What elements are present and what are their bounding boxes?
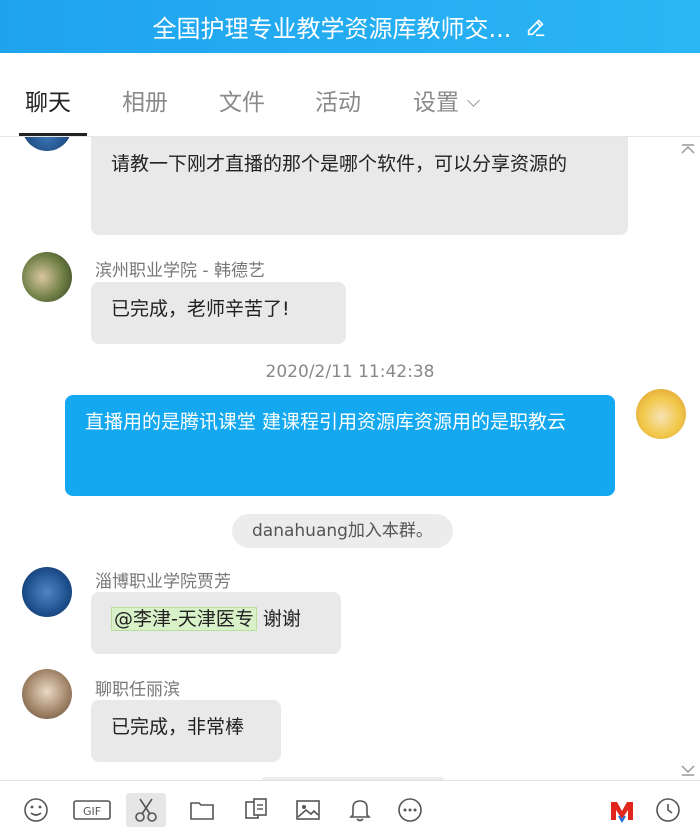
folder-button[interactable] — [186, 795, 218, 825]
tab-album[interactable]: 相册 — [122, 83, 168, 117]
sender-name: 滨州职业学院 - 韩德艺 — [95, 261, 265, 281]
my-message-bubble[interactable]: 直播用的是腾讯课堂 建课程引用资源库资源用的是职教云 — [65, 395, 615, 496]
history-button[interactable] — [652, 795, 684, 825]
tab-settings[interactable]: 设置 — [413, 83, 480, 117]
avatar[interactable] — [22, 669, 72, 719]
file-transfer-icon — [245, 798, 267, 819]
tab-chat[interactable]: 聊天 — [25, 83, 71, 117]
scroll-down-icon[interactable] — [680, 764, 696, 776]
message-text: 已完成，老师辛苦了! — [111, 298, 290, 320]
emoji-icon — [24, 798, 48, 822]
notification-button[interactable] — [344, 795, 376, 825]
edit-icon[interactable] — [525, 16, 547, 38]
image-button[interactable] — [292, 795, 324, 825]
message-bubble[interactable]: @李津-天津医专 谢谢 — [91, 592, 341, 654]
emoji-button[interactable] — [20, 795, 52, 825]
sender-name: 淄博职业学院贾芳 — [95, 572, 231, 592]
tab-activities[interactable]: 活动 — [315, 83, 361, 117]
file-transfer-button[interactable] — [240, 795, 272, 825]
group-title: 全国护理专业教学资源库教师交... — [152, 15, 512, 43]
system-notice: danahuang加入本群。 — [232, 514, 453, 548]
active-tab-indicator — [19, 133, 87, 136]
tab-bar: 聊天 相册 文件 活动 设置 — [0, 53, 700, 137]
message-text: 谢谢 — [262, 608, 301, 630]
tab-settings-label: 设置 — [413, 90, 459, 116]
avatar[interactable] — [22, 252, 72, 302]
gif-icon: GIF — [73, 800, 111, 820]
logo-icon — [611, 802, 633, 823]
scroll-up-icon[interactable] — [680, 143, 696, 155]
chevron-down-icon — [467, 94, 480, 107]
more-button[interactable] — [394, 795, 426, 825]
message-timestamp: 2020/2/11 11:42:38 — [265, 362, 435, 382]
message-bubble[interactable]: 已完成，非常棒 — [91, 700, 281, 762]
sender-name: 聊职任丽滨 — [95, 680, 180, 700]
message-text: 直播用的是腾讯课堂 建课程引用资源库资源用的是职教云 — [85, 411, 567, 433]
message-text: 已完成，非常棒 — [111, 716, 245, 738]
gif-button[interactable]: GIF — [72, 795, 112, 825]
title-bar: 全国护理专业教学资源库教师交... — [0, 0, 700, 53]
gif-label: GIF — [83, 805, 101, 818]
screenshot-button[interactable] — [126, 793, 166, 827]
app-logo[interactable] — [606, 795, 638, 825]
my-avatar[interactable] — [636, 389, 686, 439]
bell-icon — [349, 800, 371, 822]
message-bubble[interactable]: 请教一下刚才直播的那个是哪个软件，可以分享资源的 — [91, 137, 628, 235]
more-icon — [398, 798, 422, 822]
tab-files[interactable]: 文件 — [219, 83, 265, 117]
mention-tag[interactable]: @李津-天津医专 — [111, 607, 257, 631]
scissors-icon — [135, 798, 157, 822]
message-text: 请教一下刚才直播的那个是哪个软件，可以分享资源的 — [111, 153, 568, 175]
avatar[interactable] — [22, 137, 72, 151]
chat-message-list[interactable]: 请教一下刚才直播的那个是哪个软件，可以分享资源的 滨州职业学院 - 韩德艺 已完… — [0, 137, 700, 780]
avatar[interactable] — [22, 567, 72, 617]
message-bubble[interactable]: 已完成，老师辛苦了! — [91, 282, 346, 344]
image-icon — [296, 800, 320, 820]
folder-icon — [190, 802, 214, 820]
history-icon — [656, 798, 680, 822]
input-toolbar: GIF — [0, 780, 700, 839]
